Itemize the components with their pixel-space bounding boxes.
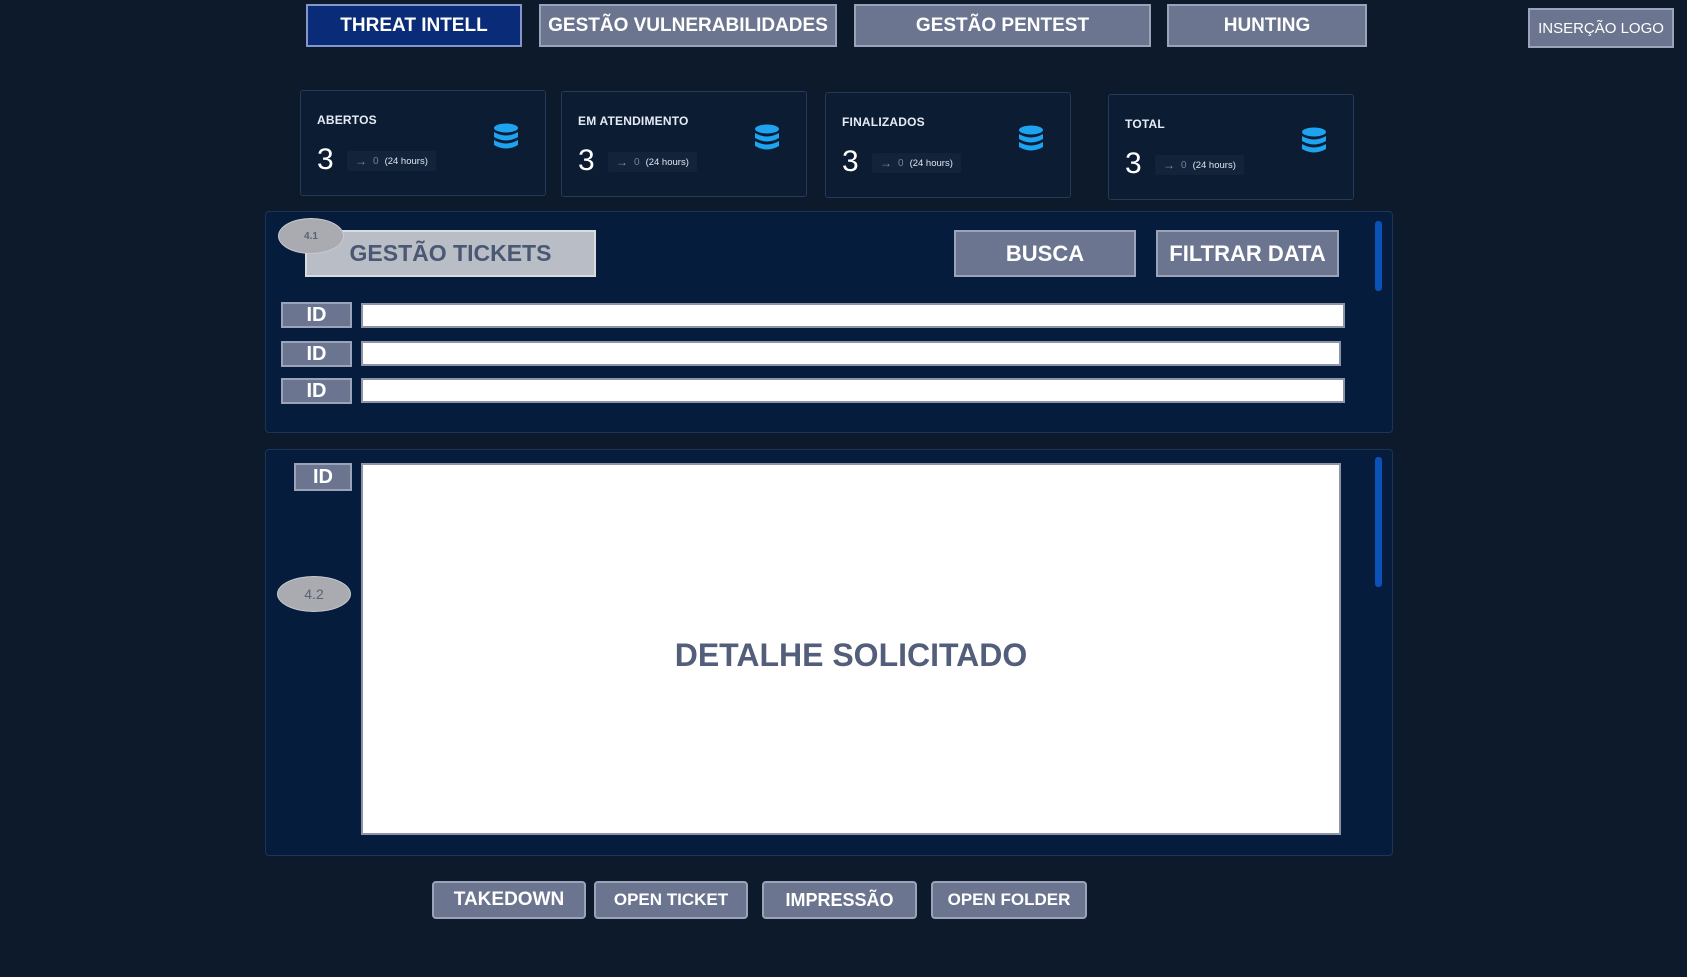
database-icon [1302,127,1326,153]
ticket-id-label: ID [281,302,352,328]
stat-title: EM ATENDIMENTO [578,114,689,128]
stat-period: (24 hours) [645,156,689,168]
tab-hunting[interactable]: HUNTING [1167,4,1367,47]
stat-card-em-atendimento: EM ATENDIMENTO 3 → 0 (24 hours) [561,91,807,197]
takedown-button[interactable]: TAKEDOWN [432,881,586,919]
stat-title: TOTAL [1125,117,1165,131]
stat-delta: → 0 (24 hours) [347,151,436,171]
arrow-right-icon: → [616,155,628,169]
database-icon [755,124,779,150]
ticket-row-field[interactable] [361,378,1345,403]
ticket-id-label: ID [281,341,352,367]
stat-period: (24 hours) [384,155,428,167]
scrollbar-thumb[interactable] [1375,457,1382,587]
stat-title: FINALIZADOS [842,115,925,129]
stat-value: 3 [317,143,334,176]
stat-delta: → 0 (24 hours) [1155,155,1244,175]
detail-placeholder: DETALHE SOLICITADO [674,636,1028,673]
filter-date-button[interactable]: FILTRAR DATA [1156,230,1339,277]
stat-delta-value: 0 [898,157,904,169]
open-ticket-button[interactable]: OPEN TICKET [594,881,748,919]
ticket-row-field[interactable] [361,303,1345,328]
open-folder-button[interactable]: OPEN FOLDER [931,881,1087,919]
section-badge-4-1: 4.1 [278,218,344,254]
stat-title: ABERTOS [317,113,377,127]
stat-delta-value: 0 [373,155,379,167]
stat-card-total: TOTAL 3 → 0 (24 hours) [1108,94,1354,200]
tab-gestao-pentest[interactable]: GESTÃO PENTEST [854,4,1151,47]
detail-content-area[interactable]: DETALHE SOLICITADO [361,463,1341,835]
stat-card-abertos: ABERTOS 3 → 0 (24 hours) [300,90,546,196]
section-badge-4-2: 4.2 [277,576,351,612]
ticket-row-field[interactable] [361,341,1341,366]
tab-gestao-vulnerabilidades[interactable]: GESTÃO VULNERABILIDADES [539,4,837,47]
stat-value: 3 [1125,147,1142,180]
stat-value: 3 [578,144,595,177]
detail-id-label: ID [294,463,352,491]
stat-delta: → 0 (24 hours) [872,153,961,173]
database-icon [494,123,518,149]
logo-placeholder: INSERÇÃO LOGO [1528,8,1674,48]
stat-delta-value: 0 [1181,159,1187,171]
arrow-right-icon: → [1163,158,1175,172]
stat-delta: → 0 (24 hours) [608,152,697,172]
stat-delta-value: 0 [634,156,640,168]
print-button[interactable]: IMPRESSÃO [762,881,917,919]
scrollbar-thumb[interactable] [1375,221,1382,291]
stat-period: (24 hours) [909,157,953,169]
stat-card-finalizados: FINALIZADOS 3 → 0 (24 hours) [825,92,1071,198]
stat-value: 3 [842,145,859,178]
arrow-right-icon: → [880,156,892,170]
ticket-id-label: ID [281,378,352,404]
arrow-right-icon: → [355,154,367,168]
search-button[interactable]: BUSCA [954,230,1136,277]
database-icon [1019,125,1043,151]
ticket-management-title: GESTÃO TICKETS [305,230,596,277]
tab-threat-intell[interactable]: THREAT INTELL [306,4,522,47]
stat-period: (24 hours) [1192,159,1236,171]
